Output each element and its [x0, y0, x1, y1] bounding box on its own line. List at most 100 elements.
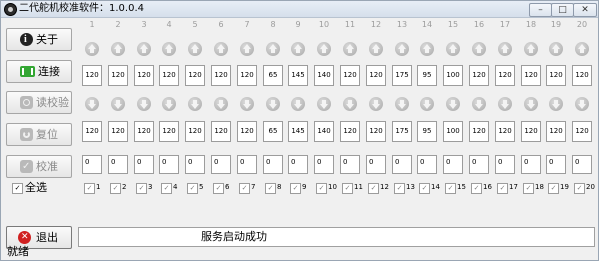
- channel-checkbox[interactable]: ✓: [342, 183, 353, 194]
- read-verify-button[interactable]: 读校验: [6, 91, 72, 114]
- offset-box[interactable]: 0: [546, 155, 566, 174]
- value-box[interactable]: 120: [366, 65, 386, 86]
- channel-checkbox[interactable]: ✓: [523, 183, 534, 194]
- offset-box[interactable]: 0: [392, 155, 412, 174]
- channel-checkbox[interactable]: ✓: [213, 183, 224, 194]
- value-box[interactable]: 120: [572, 65, 592, 86]
- value-box[interactable]: 120: [340, 65, 360, 86]
- channel-checkbox[interactable]: ✓: [548, 183, 559, 194]
- channel-checkbox[interactable]: ✓: [445, 183, 456, 194]
- channel-checkbox[interactable]: ✓: [265, 183, 276, 194]
- about-button[interactable]: i 关于: [6, 28, 72, 51]
- up-arrow-icon[interactable]: [188, 42, 202, 56]
- up-arrow-icon[interactable]: [575, 42, 589, 56]
- down-arrow-icon[interactable]: [266, 97, 280, 111]
- offset-box[interactable]: 0: [159, 155, 179, 174]
- value-box[interactable]: 65: [263, 65, 283, 86]
- offset-box[interactable]: 0: [288, 155, 308, 174]
- up-arrow-icon[interactable]: [343, 42, 357, 56]
- channel-checkbox[interactable]: ✓: [394, 183, 405, 194]
- down-arrow-icon[interactable]: [524, 97, 538, 111]
- offset-box[interactable]: 0: [572, 155, 592, 174]
- value-box[interactable]: 120: [495, 121, 515, 142]
- down-arrow-icon[interactable]: [137, 97, 151, 111]
- offset-box[interactable]: 0: [366, 155, 386, 174]
- value-box[interactable]: 120: [366, 121, 386, 142]
- down-arrow-icon[interactable]: [446, 97, 460, 111]
- channel-checkbox[interactable]: ✓: [239, 183, 250, 194]
- value-box[interactable]: 120: [159, 65, 179, 86]
- channel-checkbox[interactable]: ✓: [290, 183, 301, 194]
- up-arrow-icon[interactable]: [549, 42, 563, 56]
- up-arrow-icon[interactable]: [111, 42, 125, 56]
- channel-checkbox[interactable]: ✓: [161, 183, 172, 194]
- channel-checkbox[interactable]: ✓: [84, 183, 95, 194]
- up-arrow-icon[interactable]: [524, 42, 538, 56]
- value-box[interactable]: 120: [185, 65, 205, 86]
- down-arrow-icon[interactable]: [85, 97, 99, 111]
- offset-box[interactable]: 0: [417, 155, 437, 174]
- value-box[interactable]: 120: [237, 121, 257, 142]
- value-box[interactable]: 145: [288, 65, 308, 86]
- value-box[interactable]: 120: [521, 121, 541, 142]
- calibrate-button[interactable]: ✓ 校准: [6, 155, 72, 178]
- channel-checkbox[interactable]: ✓: [574, 183, 585, 194]
- offset-box[interactable]: 0: [495, 155, 515, 174]
- channel-checkbox[interactable]: ✓: [497, 183, 508, 194]
- offset-box[interactable]: 0: [237, 155, 257, 174]
- value-box[interactable]: 95: [417, 65, 437, 86]
- up-arrow-icon[interactable]: [85, 42, 99, 56]
- value-box[interactable]: 100: [443, 121, 463, 142]
- channel-checkbox[interactable]: ✓: [187, 183, 198, 194]
- up-arrow-icon[interactable]: [395, 42, 409, 56]
- up-arrow-icon[interactable]: [291, 42, 305, 56]
- up-arrow-icon[interactable]: [266, 42, 280, 56]
- down-arrow-icon[interactable]: [188, 97, 202, 111]
- offset-box[interactable]: 0: [314, 155, 334, 174]
- down-arrow-icon[interactable]: [395, 97, 409, 111]
- value-box[interactable]: 175: [392, 121, 412, 142]
- connect-button[interactable]: 连接: [6, 60, 72, 83]
- value-box[interactable]: 120: [211, 121, 231, 142]
- offset-box[interactable]: 0: [443, 155, 463, 174]
- value-box[interactable]: 120: [108, 121, 128, 142]
- value-box[interactable]: 140: [314, 65, 334, 86]
- down-arrow-icon[interactable]: [291, 97, 305, 111]
- value-box[interactable]: 65: [263, 121, 283, 142]
- offset-box[interactable]: 0: [108, 155, 128, 174]
- down-arrow-icon[interactable]: [420, 97, 434, 111]
- value-box[interactable]: 120: [211, 65, 231, 86]
- channel-checkbox[interactable]: ✓: [419, 183, 430, 194]
- up-arrow-icon[interactable]: [472, 42, 486, 56]
- value-box[interactable]: 120: [237, 65, 257, 86]
- value-box[interactable]: 120: [469, 121, 489, 142]
- value-box[interactable]: 120: [134, 65, 154, 86]
- down-arrow-icon[interactable]: [343, 97, 357, 111]
- up-arrow-icon[interactable]: [214, 42, 228, 56]
- up-arrow-icon[interactable]: [240, 42, 254, 56]
- down-arrow-icon[interactable]: [214, 97, 228, 111]
- value-box[interactable]: 120: [521, 65, 541, 86]
- value-box[interactable]: 120: [546, 65, 566, 86]
- channel-checkbox[interactable]: ✓: [110, 183, 121, 194]
- channel-checkbox[interactable]: ✓: [316, 183, 327, 194]
- value-box[interactable]: 120: [108, 65, 128, 86]
- offset-box[interactable]: 0: [134, 155, 154, 174]
- up-arrow-icon[interactable]: [369, 42, 383, 56]
- reset-button[interactable]: 复位: [6, 123, 72, 146]
- channel-checkbox[interactable]: ✓: [136, 183, 147, 194]
- value-box[interactable]: 175: [392, 65, 412, 86]
- value-box[interactable]: 120: [469, 65, 489, 86]
- down-arrow-icon[interactable]: [240, 97, 254, 111]
- offset-box[interactable]: 0: [340, 155, 360, 174]
- close-window-button[interactable]: ✕: [573, 3, 597, 17]
- value-box[interactable]: 120: [340, 121, 360, 142]
- channel-checkbox[interactable]: ✓: [368, 183, 379, 194]
- up-arrow-icon[interactable]: [446, 42, 460, 56]
- value-box[interactable]: 120: [185, 121, 205, 142]
- offset-box[interactable]: 0: [82, 155, 102, 174]
- minimize-button[interactable]: –: [529, 3, 552, 17]
- value-box[interactable]: 120: [82, 121, 102, 142]
- offset-box[interactable]: 0: [263, 155, 283, 174]
- value-box[interactable]: 120: [495, 65, 515, 86]
